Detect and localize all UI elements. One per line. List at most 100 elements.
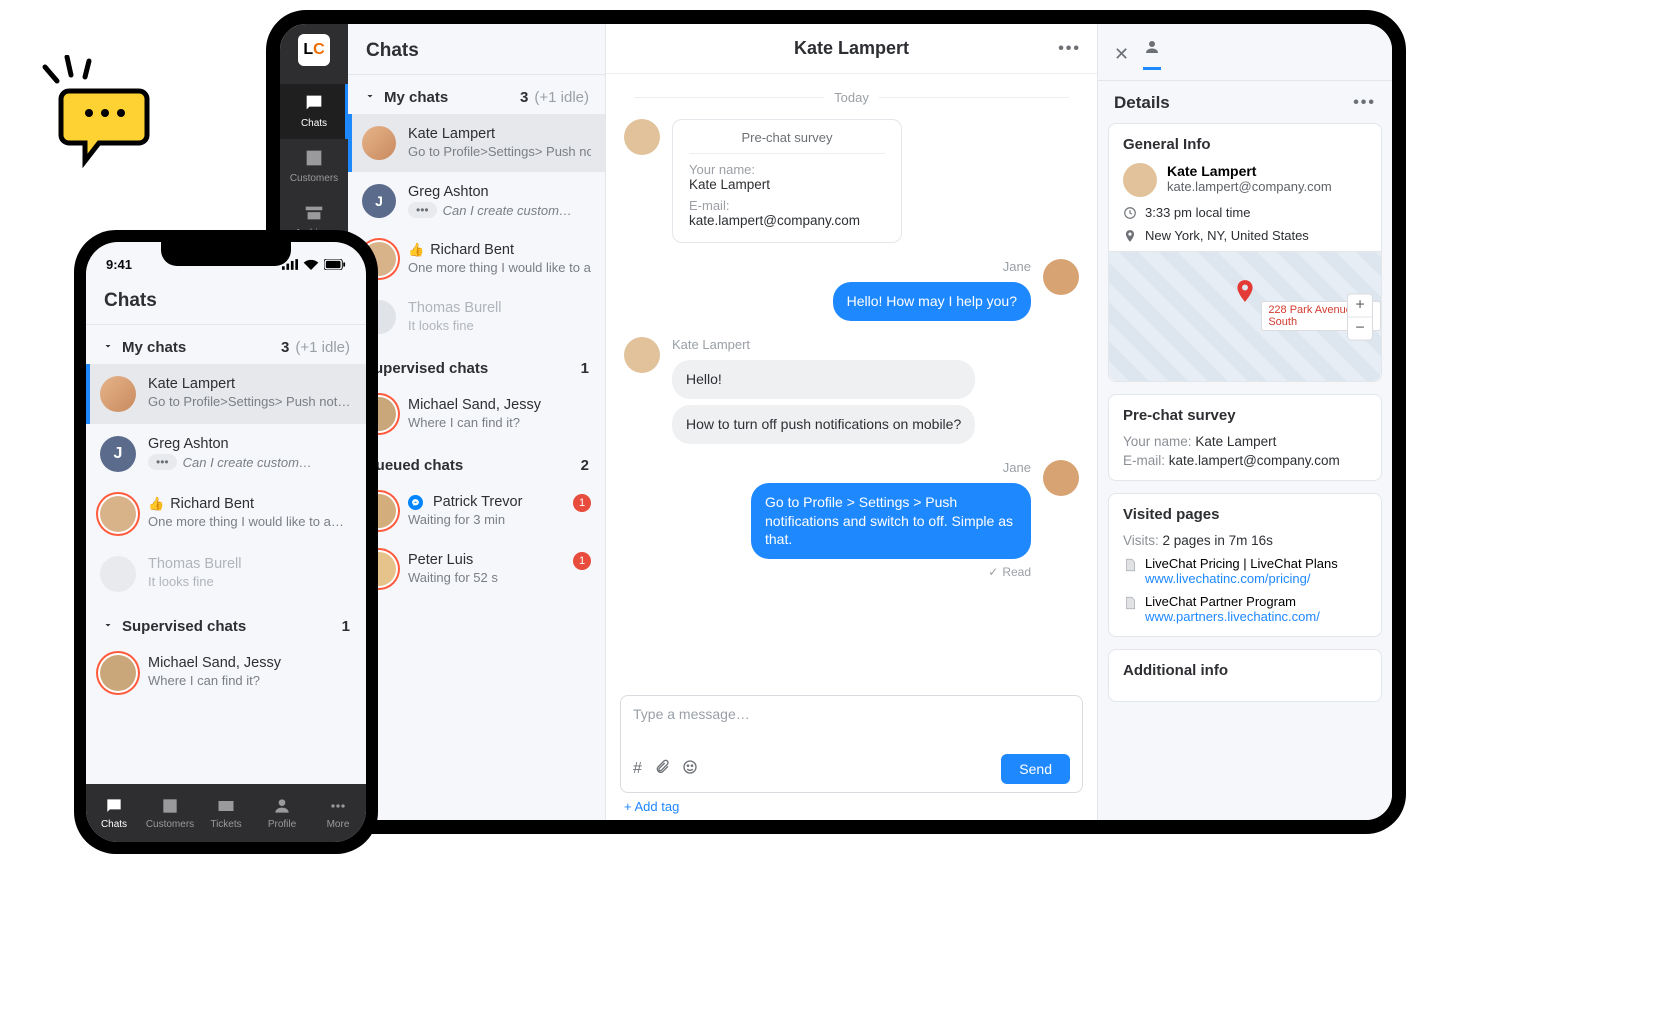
map-zoom: + − — [1347, 293, 1373, 340]
nav-chats[interactable]: Chats — [280, 84, 348, 139]
visited-page-url[interactable]: www.partners.livechatinc.com/ — [1145, 609, 1320, 624]
avatar — [1043, 259, 1079, 295]
phone-section-my-chats[interactable]: My chats 3 (+1 idle) — [86, 325, 366, 364]
chat-row-greg[interactable]: J Greg Ashton •••Can I create custom… — [348, 172, 605, 230]
sender-label: Jane — [1003, 259, 1031, 274]
wifi-icon — [303, 259, 319, 270]
chat-row-name: Kate Lampert — [408, 126, 591, 142]
visited-page-url[interactable]: www.livechatinc.com/pricing/ — [1145, 571, 1338, 586]
avatar: J — [362, 184, 396, 218]
avatar — [100, 556, 136, 592]
visited-page-item[interactable]: LiveChat Partner Programwww.partners.liv… — [1123, 594, 1367, 624]
section-title: Supervised chats — [122, 618, 246, 635]
chevron-down-icon — [364, 89, 376, 106]
chat-row-kate[interactable]: Kate Lampert Go to Profile>Settings> Pus… — [348, 114, 605, 172]
chat-row-preview: Go to Profile>Settings> Push not… — [148, 394, 352, 409]
card-title: General Info — [1123, 136, 1367, 153]
message-bubble: How to turn off push notifications on mo… — [672, 405, 975, 444]
gi-email: kate.lampert@company.com — [1167, 179, 1332, 194]
phone-notch — [161, 242, 291, 266]
chat-row-preview: •••Can I create custom… — [148, 454, 352, 470]
avatar — [1043, 460, 1079, 496]
sender-label: Jane — [1003, 460, 1031, 475]
tab-profile[interactable]: Profile — [254, 784, 310, 842]
section-title: My chats — [122, 339, 186, 356]
message-block-agent: Jane Go to Profile > Settings > Push not… — [624, 460, 1079, 560]
chat-row-name: Greg Ashton — [148, 436, 352, 452]
nav-label: Chats — [301, 118, 327, 129]
hash-icon[interactable]: # — [633, 760, 642, 778]
chat-row-preview: It looks fine — [148, 574, 352, 589]
chat-row-name: 👍Richard Bent — [148, 496, 352, 512]
card-title: Additional info — [1123, 662, 1367, 679]
message-input[interactable]: Type a message… — [633, 706, 1070, 740]
day-separator: Today — [624, 90, 1079, 105]
phone-row-richard[interactable]: 👍Richard Bent One more thing I would like… — [86, 484, 366, 544]
zoom-out-button[interactable]: − — [1348, 317, 1372, 339]
chat-row-richard[interactable]: 👍Richard Bent One more thing I would lik… — [348, 230, 605, 288]
tab-chats[interactable]: Chats — [86, 784, 142, 842]
section-idle: (+1 idle) — [295, 339, 350, 356]
chat-row-name: Thomas Burell — [408, 300, 591, 316]
map[interactable]: 228 Park Avenue South + − — [1109, 251, 1381, 381]
avatar — [362, 126, 396, 160]
card-visited-pages: Visited pages Visits: 2 pages in 7m 16s … — [1108, 493, 1382, 637]
chat-row-preview: Where I can find it? — [408, 415, 591, 430]
conversation-menu[interactable]: ••• — [1058, 40, 1081, 58]
phone-row-kate[interactable]: Kate Lampert Go to Profile>Settings> Push… — [86, 364, 366, 424]
chat-row-michael[interactable]: Michael Sand, Jessy Where I can find it? — [348, 385, 605, 443]
chat-row-patrick[interactable]: Patrick Trevor Waiting for 3 min 1 — [348, 482, 605, 540]
attachment-icon[interactable] — [654, 759, 670, 780]
messenger-icon — [408, 495, 423, 510]
phone-row-thomas[interactable]: Thomas BurellIt looks fine — [86, 544, 366, 604]
message-block-customer: Kate Lampert Hello! How to turn off push… — [624, 337, 1079, 444]
section-title: My chats — [384, 89, 448, 106]
tab-tickets[interactable]: Tickets — [198, 784, 254, 842]
section-supervised-chats[interactable]: Supervised chats 1 — [348, 346, 605, 385]
message-block-agent: Jane Hello! How may I help you? — [624, 259, 1079, 321]
survey-name: Kate Lampert — [689, 177, 885, 192]
phone-row-michael[interactable]: Michael Sand, JessyWhere I can find it? — [86, 643, 366, 703]
emoji-icon[interactable] — [682, 759, 698, 780]
nav-label: Customers — [290, 173, 338, 184]
card-additional-info: Additional info — [1108, 649, 1382, 702]
chat-row-name: Kate Lampert — [148, 376, 352, 392]
survey-title: Pre-chat survey — [689, 130, 885, 154]
send-button[interactable]: Send — [1001, 754, 1070, 784]
gi-local-time: 3:33 pm local time — [1123, 205, 1367, 220]
close-icon[interactable]: ✕ — [1114, 44, 1129, 65]
details-title: Details — [1114, 93, 1170, 113]
avatar: J — [100, 436, 136, 472]
chat-row-preview: Waiting for 52 s — [408, 570, 561, 585]
message-block-survey: Pre-chat survey Your name: Kate Lampert … — [624, 119, 1079, 243]
chat-row-thomas[interactable]: Thomas Burell It looks fine — [348, 288, 605, 346]
section-idle: (+1 idle) — [534, 89, 589, 106]
composer-box[interactable]: Type a message… # Send — [620, 695, 1083, 793]
details-tab-person[interactable] — [1143, 38, 1161, 70]
section-my-chats[interactable]: My chats 3 (+1 idle) — [348, 75, 605, 114]
app-logo: LC — [298, 34, 330, 66]
nav-customers[interactable]: Customers — [280, 139, 348, 194]
tab-more[interactable]: More — [310, 784, 366, 842]
phone-section-supervised[interactable]: Supervised chats 1 — [86, 604, 366, 643]
add-tag-link[interactable]: + Add tag — [620, 793, 1083, 814]
chat-row-preview: One more thing I would like to a… — [148, 514, 352, 529]
chat-row-name: Patrick Trevor — [408, 494, 561, 510]
battery-icon — [324, 259, 346, 270]
zoom-in-button[interactable]: + — [1348, 294, 1372, 317]
details-menu[interactable]: ••• — [1353, 94, 1376, 112]
message-bubble: Hello! How may I help you? — [833, 282, 1031, 321]
avatar — [624, 337, 660, 373]
section-count: 1 — [342, 618, 350, 635]
avatar — [100, 655, 136, 691]
section-queued-chats[interactable]: Queued chats 2 — [348, 443, 605, 482]
chat-row-preview: Where I can find it? — [148, 673, 352, 688]
tab-customers[interactable]: Customers — [142, 784, 198, 842]
avatar — [100, 376, 136, 412]
chat-row-name: Greg Ashton — [408, 184, 591, 200]
phone-row-greg[interactable]: J Greg Ashton •••Can I create custom… — [86, 424, 366, 484]
message-bubble: Go to Profile > Settings > Push notifica… — [751, 483, 1031, 560]
section-count: 1 — [581, 360, 589, 377]
chat-row-peter[interactable]: Peter Luis Waiting for 52 s 1 — [348, 540, 605, 598]
visited-page-item[interactable]: LiveChat Pricing | LiveChat Planswww.liv… — [1123, 556, 1367, 586]
